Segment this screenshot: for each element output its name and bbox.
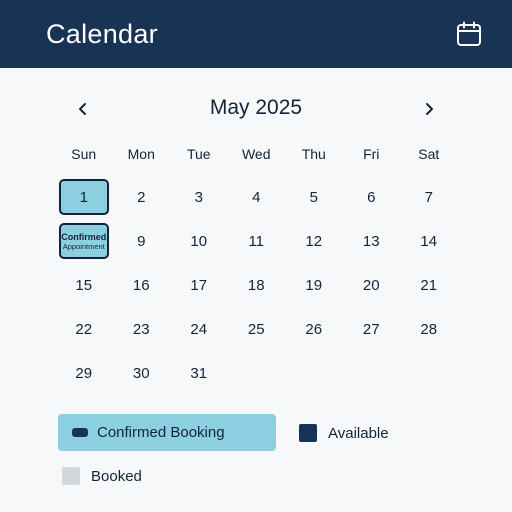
day-number: 7 — [424, 188, 433, 206]
day-cell[interactable]: 17 — [170, 263, 228, 307]
legend-available-label: Available — [328, 424, 389, 442]
appointment-status-text: Confirmed — [61, 231, 107, 242]
page-title: Calendar — [46, 18, 158, 49]
day-cell[interactable]: 7 — [400, 175, 458, 219]
day-number: 30 — [132, 364, 150, 382]
legend-confirmed-booking: Confirmed Booking — [58, 414, 276, 451]
weekday-label: Sat — [418, 146, 440, 162]
day-cell[interactable]: 28 — [400, 307, 458, 351]
day-cell[interactable]: 4 — [228, 175, 286, 219]
day-cell[interactable]: 6 — [343, 175, 401, 219]
legend-booked: Booked — [62, 467, 142, 485]
confirmed-appointment-day: Confirmed Appointment — [58, 223, 109, 259]
day-cell[interactable]: 1 — [55, 175, 113, 219]
day-number: 29 — [75, 364, 93, 382]
chevron-right-icon — [426, 103, 433, 115]
app-header: Calendar — [0, 0, 512, 68]
next-month-button[interactable] — [414, 94, 444, 124]
day-number: 6 — [367, 188, 376, 206]
day-number: 19 — [305, 276, 323, 294]
day-number: 23 — [132, 320, 150, 338]
weekday-label: Tue — [186, 146, 211, 162]
booked-swatch — [62, 467, 80, 485]
day-number: 2 — [137, 188, 146, 206]
day-number: 10 — [190, 232, 208, 250]
day-cell[interactable]: 19 — [285, 263, 343, 307]
weekday-label: Sun — [71, 146, 97, 162]
day-number: 11 — [248, 232, 265, 250]
day-number: 4 — [252, 188, 261, 206]
weekday-label: Wed — [241, 146, 271, 162]
day-number: 9 — [137, 232, 146, 250]
day-number: 5 — [309, 188, 318, 206]
day-cell[interactable]: 23 — [113, 307, 171, 351]
day-cell[interactable]: 11 — [228, 219, 286, 263]
day-number: 15 — [75, 276, 93, 294]
weekday-label: Fri — [363, 146, 380, 162]
weekday-label: Mon — [127, 146, 155, 162]
day-number: 12 — [305, 232, 323, 250]
day-number: 20 — [362, 276, 380, 294]
day-cell[interactable]: 21 — [400, 263, 458, 307]
weekday-header: Sun Mon Tue Wed Thu Fri Sat — [55, 146, 458, 164]
day-number: 31 — [190, 364, 208, 382]
day-number: 27 — [362, 320, 380, 338]
legend-booked-label: Booked — [91, 467, 142, 485]
day-grid: 1 2 3 4 5 6 7 Confirmed Appointment 9 10 11 12 13 14 15… — [55, 175, 458, 395]
legend-available: Available — [299, 424, 389, 442]
day-cell[interactable]: 20 — [343, 263, 401, 307]
day-number: 17 — [190, 276, 208, 294]
day-cell[interactable]: 29 — [55, 351, 113, 395]
day-number: 3 — [194, 188, 203, 206]
day-number: 16 — [132, 276, 150, 294]
day-number: 21 — [420, 276, 438, 294]
calendar-icon[interactable] — [456, 21, 482, 47]
weekday-label: Thu — [301, 146, 326, 162]
day-cell[interactable]: Confirmed Appointment — [55, 219, 113, 263]
appointment-type-text: Appointment — [62, 241, 105, 251]
day-cell[interactable]: 10 — [170, 219, 228, 263]
available-swatch — [299, 424, 317, 442]
day-cell[interactable]: 31 — [170, 351, 228, 395]
day-cell[interactable]: 15 — [55, 263, 113, 307]
day-number: 24 — [190, 320, 208, 338]
legend-confirmed-label: Confirmed Booking — [97, 424, 225, 441]
selected-day: 1 — [58, 179, 109, 215]
day-cell[interactable]: 27 — [343, 307, 401, 351]
day-cell[interactable]: 12 — [285, 219, 343, 263]
day-cell[interactable]: 25 — [228, 307, 286, 351]
day-cell[interactable]: 16 — [113, 263, 171, 307]
day-cell[interactable]: 5 — [285, 175, 343, 219]
day-number: 22 — [75, 320, 93, 338]
day-cell[interactable]: 3 — [170, 175, 228, 219]
day-number: 18 — [247, 276, 265, 294]
day-number: 25 — [247, 320, 265, 338]
day-cell[interactable]: 24 — [170, 307, 228, 351]
day-number: 13 — [362, 232, 380, 250]
day-number: 26 — [305, 320, 323, 338]
day-number: 28 — [420, 320, 438, 338]
day-cell[interactable]: 18 — [228, 263, 286, 307]
day-cell[interactable]: 30 — [113, 351, 171, 395]
day-cell[interactable]: 26 — [285, 307, 343, 351]
day-number: 14 — [420, 232, 438, 250]
confirmed-swatch — [72, 428, 88, 437]
day-cell[interactable]: 14 — [400, 219, 458, 263]
day-cell[interactable]: 22 — [55, 307, 113, 351]
day-cell[interactable]: 2 — [113, 175, 171, 219]
day-cell[interactable]: 13 — [343, 219, 401, 263]
month-navigation: May 2025 — [0, 92, 512, 126]
day-cell[interactable]: 9 — [113, 219, 171, 263]
